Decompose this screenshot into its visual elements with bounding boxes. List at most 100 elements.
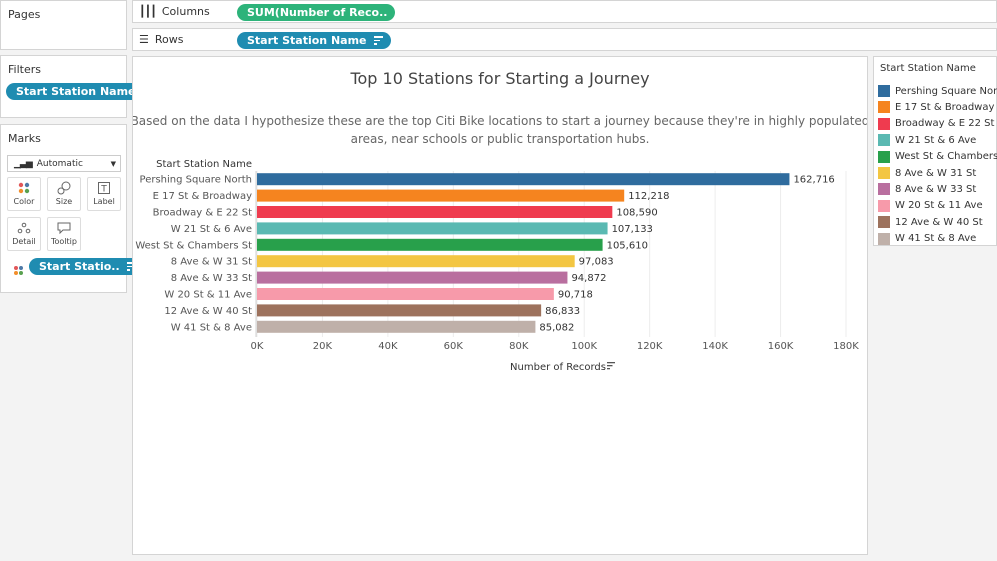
legend-swatch [878,167,890,179]
rows-shelf-label: ☰ Rows [139,33,183,46]
bar[interactable] [257,320,536,333]
color-button-label: Color [13,197,35,206]
rows-shelf[interactable]: ☰ Rows Start Station Name [132,28,997,51]
marks-title: Marks [8,132,41,145]
x-tick-label: 60K [444,341,464,352]
columns-shelf-label: ┃┃┃ Columns [139,5,210,18]
x-tick-label: 20K [313,341,333,352]
detail-button[interactable]: Detail [7,217,41,251]
bar-value-label: 86,833 [545,306,580,317]
legend-item[interactable]: Pershing Square Nor.. [878,83,997,99]
bar-value-label: 107,133 [612,224,653,235]
bar[interactable] [257,189,625,202]
bar[interactable] [257,173,790,186]
color-dots-icon [18,181,30,195]
label-icon: T [98,181,110,195]
legend-item[interactable]: W 21 St & 6 Ave [878,132,976,148]
bar[interactable] [257,255,575,268]
legend-item[interactable]: W 41 St & 8 Ave [878,231,976,247]
tooltip-button-label: Tooltip [51,237,77,246]
legend-swatch [878,117,890,130]
columns-pill[interactable]: SUM(Number of Reco.. [237,4,396,21]
chart-subtitle-line-2: areas, near schools or public transporta… [351,132,650,146]
bar[interactable] [257,222,608,235]
x-tick-label: 140K [702,341,728,352]
color-field-pill-label: Start Statio.. [39,260,120,273]
filters-title: Filters [8,63,41,76]
bar-chart-icon: ▁▃▅ [14,158,33,169]
legend-item[interactable]: E 17 St & Broadway [878,99,994,115]
rows-icon: ☰ [139,33,149,46]
legend-item[interactable]: West St & Chambers .. [878,149,997,165]
columns-pill-label: SUM(Number of Reco.. [247,6,388,19]
chart-subtitle-line-1: Based on the data I hypothesize these ar… [133,114,867,128]
legend-item[interactable]: Broadway & E 22 St [878,116,994,132]
sort-icon [373,34,383,47]
legend-label: West St & Chambers .. [895,151,997,163]
legend-item[interactable]: 12 Ave & W 40 St [878,214,983,230]
tooltip-button[interactable]: Tooltip [47,217,81,251]
label-button-label: Label [93,197,115,206]
x-tick-label: 160K [768,341,794,352]
rows-label-text: Rows [154,33,184,46]
legend-swatch [878,150,890,163]
bar[interactable] [257,288,554,300]
bar-value-label: 97,083 [579,257,614,268]
x-tick-label: 40K [378,341,398,352]
x-axis-title: Number of Records [510,362,606,373]
bar[interactable] [257,238,603,251]
category-label: Pershing Square North [140,175,252,186]
legend-label: W 41 St & 8 Ave [895,233,977,245]
legend-label: Broadway & E 22 St [895,118,995,130]
color-button[interactable]: Color [7,177,41,211]
bar-value-label: 90,718 [558,290,593,301]
legend-label: Pershing Square Nor.. [895,85,997,97]
detail-button-label: Detail [12,237,36,246]
bar-chart: Top 10 Stations for Starting a Journey B… [133,69,867,373]
marks-panel: Marks ▁▃▅ Automatic ▼ Color Size T Label… [0,124,144,293]
row-header: Start Station Name [156,159,252,170]
color-field-icon [13,261,24,280]
legend-item[interactable]: 8 Ave & W 31 St [878,165,976,181]
rows-pill[interactable]: Start Station Name [237,32,391,49]
columns-label-text: Columns [161,5,210,18]
x-axis-sort-icon[interactable] [607,362,615,370]
size-icon [57,181,71,195]
color-field-pill[interactable]: Start Statio.. [29,258,144,275]
filter-pill-label: Start Station Name [16,85,136,98]
chevron-down-icon: ▼ [110,159,116,168]
legend-label: E 17 St & Broadway [895,101,995,113]
legend-swatch [878,232,890,245]
legend-swatch [878,183,890,196]
bar-value-label: 85,082 [539,322,574,333]
chart-view: Top 10 Stations for Starting a Journey B… [132,56,868,555]
bar[interactable] [257,271,568,284]
detail-dots-icon [17,221,31,235]
category-label: 12 Ave & W 40 St [164,306,252,317]
legend-item[interactable]: 8 Ave & W 33 St [878,181,976,197]
bar[interactable] [257,206,613,218]
category-label: Broadway & E 22 St [153,208,252,219]
bar[interactable] [257,304,542,317]
size-button-label: Size [55,197,73,206]
mark-type-dropdown[interactable]: ▁▃▅ Automatic ▼ [7,155,121,172]
legend-label: W 20 St & 11 Ave [895,200,983,212]
columns-shelf[interactable]: ┃┃┃ Columns SUM(Number of Reco.. [132,0,997,23]
legend-title: Start Station Name [880,63,976,74]
bar-value-label: 162,716 [793,175,834,186]
tooltip-icon [57,221,71,235]
legend-label: 8 Ave & W 31 St [895,167,977,179]
legend-swatch [878,85,890,97]
chart-title: Top 10 Stations for Starting a Journey [349,69,649,88]
x-tick-label: 180K [833,341,859,352]
legend-swatch [878,199,890,212]
size-button[interactable]: Size [47,177,81,211]
bar-value-label: 94,872 [571,273,606,284]
x-tick-label: 100K [571,341,597,352]
label-button[interactable]: T Label [87,177,121,211]
rows-pill-label: Start Station Name [247,34,367,47]
legend-swatch [878,134,890,147]
legend-item[interactable]: W 20 St & 11 Ave [878,198,983,214]
bar-value-label: 108,590 [616,208,657,219]
category-label: 8 Ave & W 33 St [171,273,252,284]
